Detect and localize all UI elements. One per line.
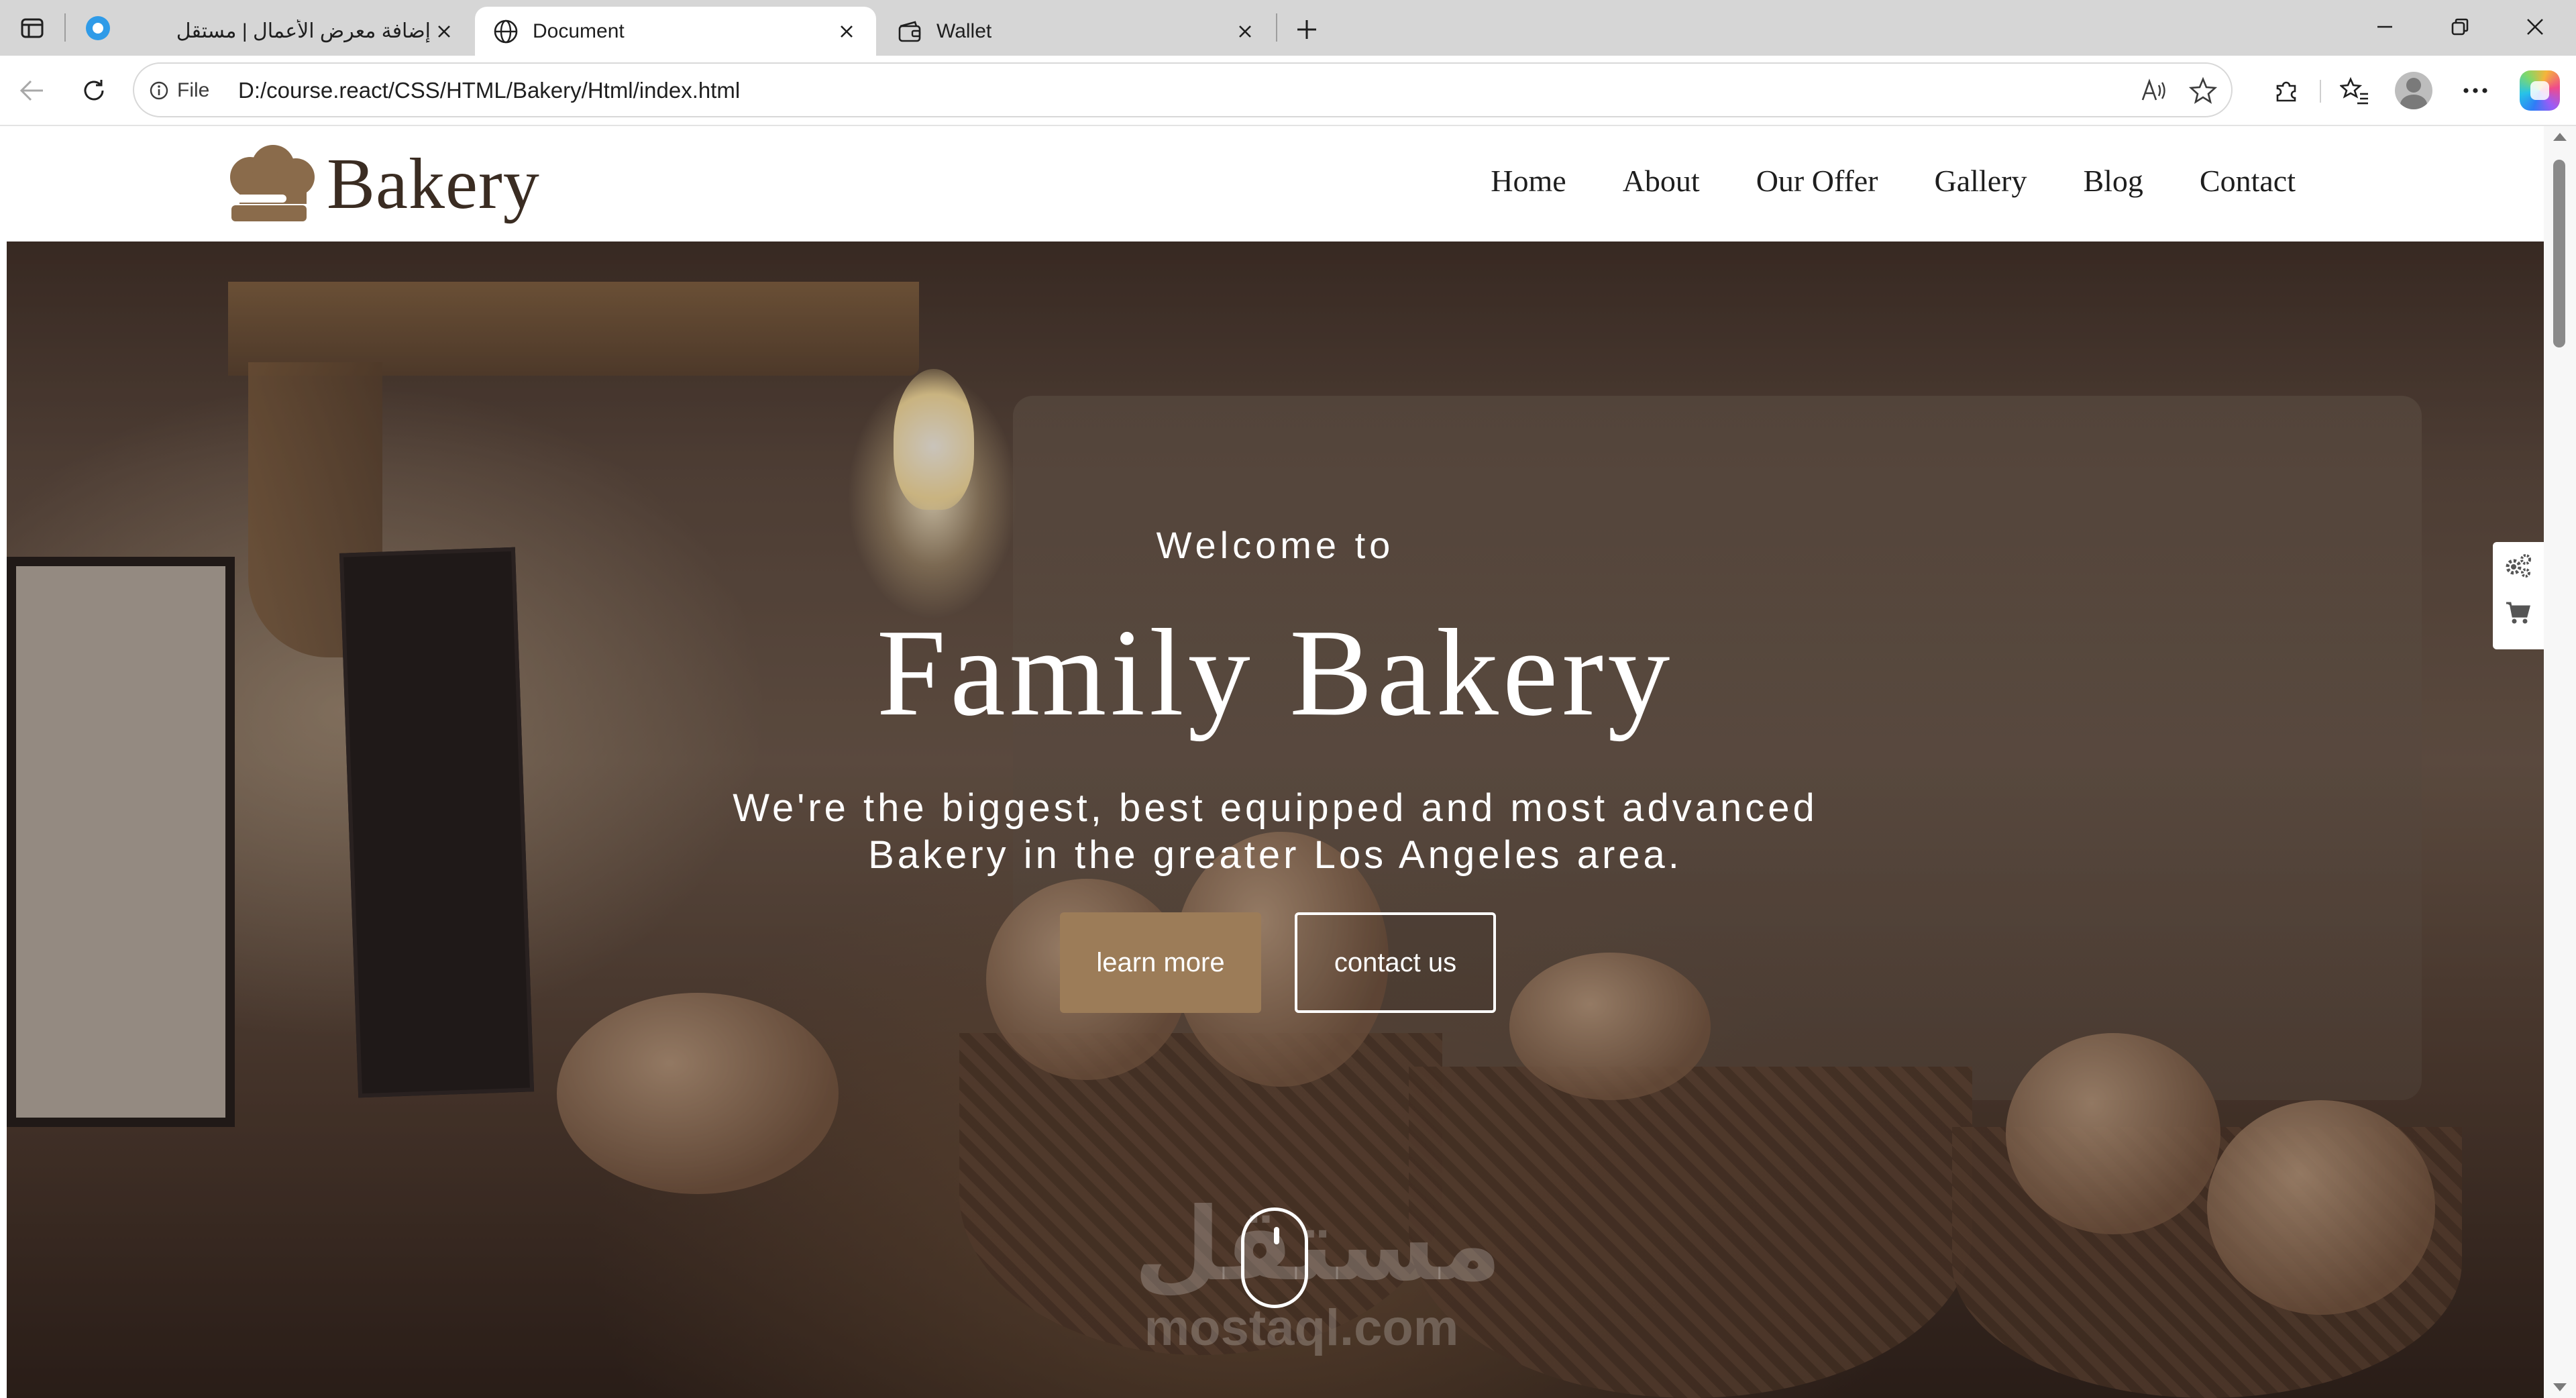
nav-gallery[interactable]: Gallery: [1935, 161, 2027, 201]
scroll-down-arrow[interactable]: [2553, 1383, 2567, 1391]
refresh-button[interactable]: [72, 69, 115, 112]
edge-circle-icon: [86, 16, 110, 40]
page-scrollbar[interactable]: [2544, 126, 2576, 1398]
close-window-button[interactable]: [2498, 7, 2572, 47]
browser-tab-strip: إضافة معرض الأعمال | مستقل Document Wall…: [0, 0, 2576, 56]
nav-our-offer[interactable]: Our Offer: [1756, 161, 1878, 201]
close-icon: [1239, 25, 1251, 38]
page-viewport: Bakery Home About Our Offer Gallery Blog…: [0, 126, 2576, 1398]
profile-avatar[interactable]: [2395, 72, 2432, 109]
wallet-icon: [895, 17, 924, 46]
tab-title: إضافة معرض الأعمال | مستقل: [176, 20, 431, 42]
tab-actions-icon: [21, 18, 44, 38]
minimize-icon: [2377, 25, 2392, 28]
url-text[interactable]: D:/course.react/CSS/HTML/Bakery/Html/ind…: [238, 76, 740, 105]
cart-widget-button[interactable]: [2493, 589, 2544, 636]
nav-blog[interactable]: Blog: [2083, 161, 2143, 201]
watermark-latin-text: mostaql.com: [1144, 1299, 1459, 1356]
tab-separator: [1276, 13, 1277, 42]
favorites-button[interactable]: [2333, 69, 2376, 112]
cart-icon: [2506, 602, 2530, 624]
hero-description: We're the biggest, best equipped and mos…: [7, 785, 2544, 879]
logo-text: Bakery: [327, 144, 540, 224]
tab-wallet[interactable]: Wallet: [879, 7, 1275, 56]
browser-toolbar: File D:/course.react/CSS/HTML/Bakery/Htm…: [0, 56, 2576, 126]
nav-contact[interactable]: Contact: [2200, 161, 2296, 201]
puzzle-icon: [2276, 81, 2296, 102]
info-icon: [150, 81, 168, 100]
address-bar[interactable]: File D:/course.react/CSS/HTML/Bakery/Htm…: [133, 62, 2233, 117]
read-aloud-icon: [2141, 78, 2165, 101]
tab-document[interactable]: Document: [475, 7, 876, 56]
close-icon: [2527, 19, 2543, 35]
side-widget: [2493, 542, 2544, 649]
plus-icon: [1297, 20, 1316, 39]
tab-separator: [64, 13, 66, 42]
tab-mostaql[interactable]: إضافة معرض الأعمال | مستقل: [158, 7, 474, 56]
read-aloud-button[interactable]: [2133, 70, 2174, 111]
hero-welcome-text: Welcome to: [1156, 524, 1395, 566]
scroll-up-arrow[interactable]: [2553, 133, 2567, 141]
restore-button[interactable]: [2423, 7, 2497, 47]
minimize-button[interactable]: [2348, 7, 2422, 47]
hero-content: Welcome to Family Bakery We're the bigge…: [7, 241, 2544, 1398]
site-info-button[interactable]: File: [149, 76, 209, 105]
scrollbar-thumb[interactable]: [2553, 160, 2565, 347]
restore-icon: [2451, 18, 2469, 36]
star-icon: [2189, 76, 2217, 104]
tab-title: Wallet: [936, 19, 992, 42]
back-button[interactable]: [11, 69, 54, 112]
nav-home[interactable]: Home: [1491, 161, 1566, 201]
close-tab-button[interactable]: [431, 18, 458, 45]
pinned-tab[interactable]: [79, 9, 117, 47]
main-nav: Home About Our Offer Gallery Blog Contac…: [1434, 161, 2296, 201]
globe-icon: [491, 17, 521, 46]
tab-title: Document: [533, 19, 625, 42]
nav-about[interactable]: About: [1623, 161, 1700, 201]
settings-widget-button[interactable]: [2493, 542, 2544, 589]
chef-hat-icon: [230, 145, 315, 221]
close-icon: [438, 25, 450, 38]
refresh-icon: [84, 80, 104, 101]
new-tab-button[interactable]: [1288, 11, 1326, 48]
hero-description-line: Bakery in the greater Los Angeles area.: [868, 833, 1682, 877]
scroll-down-indicator[interactable]: [1241, 1207, 1308, 1308]
close-icon: [841, 25, 853, 38]
favorite-button[interactable]: [2183, 70, 2223, 111]
hero-section: Welcome to Family Bakery We're the bigge…: [7, 241, 2544, 1398]
scheme-label: File: [177, 79, 210, 101]
site-logo[interactable]: Bakery: [225, 145, 540, 224]
favorites-list-icon: [2340, 76, 2368, 105]
hero-description-line: We're the biggest, best equipped and mos…: [733, 786, 1818, 830]
extensions-button[interactable]: [2265, 69, 2308, 112]
tab-actions-button[interactable]: [15, 11, 50, 46]
close-tab-button[interactable]: [1232, 18, 1258, 45]
more-dots-icon: [2463, 88, 2487, 93]
hero-title: Family Bakery: [876, 604, 1674, 742]
copilot-button[interactable]: [2520, 70, 2560, 111]
gears-icon: [2506, 554, 2531, 578]
contact-us-button[interactable]: contact us: [1295, 912, 1496, 1013]
settings-more-button[interactable]: [2454, 69, 2497, 112]
close-tab-button[interactable]: [833, 18, 860, 45]
learn-more-button[interactable]: learn more: [1060, 912, 1261, 1013]
back-arrow-icon: [19, 80, 43, 101]
toolbar-divider: [2320, 80, 2321, 103]
site-header: Bakery Home About Our Offer Gallery Blog…: [7, 126, 2544, 241]
